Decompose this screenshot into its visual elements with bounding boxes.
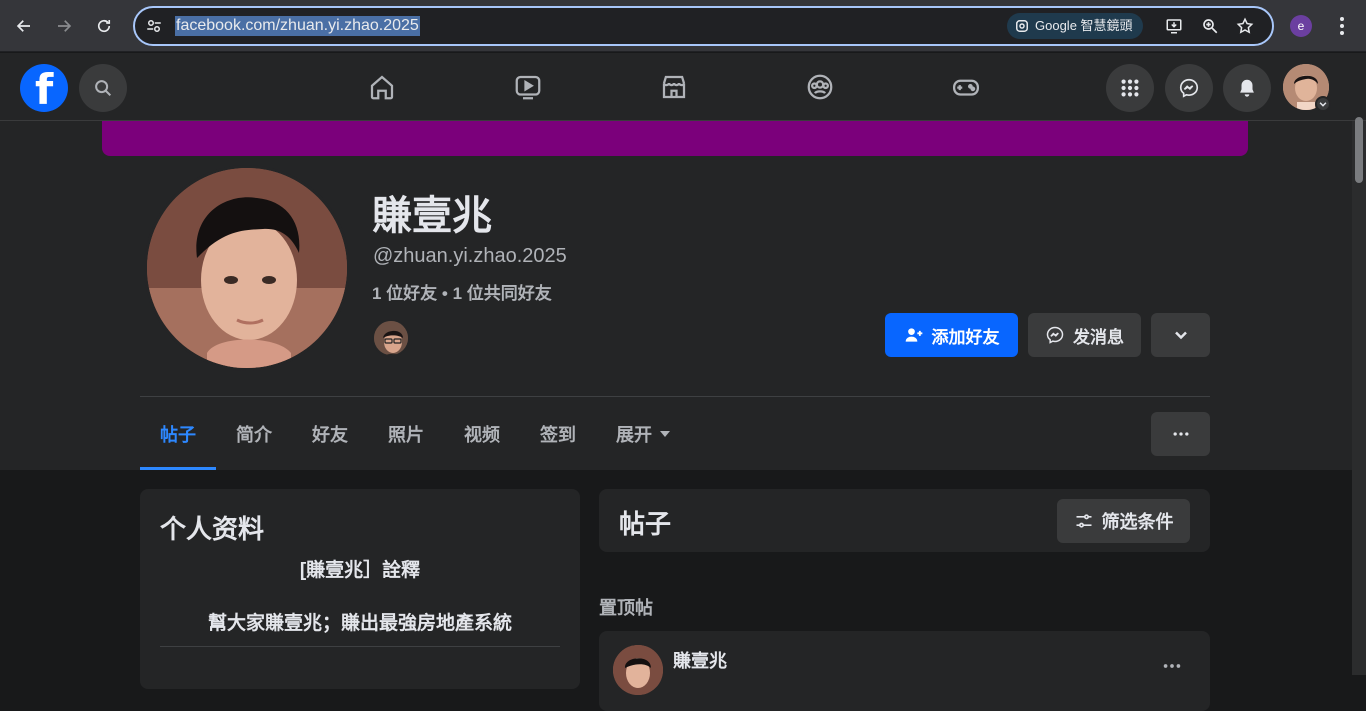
bookmark-star-icon[interactable] — [1236, 17, 1254, 35]
profile-picture[interactable] — [144, 165, 350, 371]
messenger-icon — [1046, 326, 1064, 344]
filter-label: 筛选条件 — [1101, 512, 1174, 532]
video-icon — [515, 75, 541, 100]
tab-label: 照片 — [388, 424, 424, 445]
tab-label: 简介 — [236, 424, 272, 445]
profile-actions-dropdown[interactable] — [1151, 313, 1210, 357]
back-button[interactable] — [8, 10, 40, 42]
cover-photo[interactable] — [102, 121, 1248, 156]
profile-name: 賺壹兆 — [372, 194, 492, 238]
tab-label: 签到 — [540, 424, 576, 445]
browser-toolbar: facebook.com/zhuan.yi.zhao.2025 Google 智… — [0, 0, 1366, 52]
chevron-down-icon — [1319, 102, 1327, 107]
friends-count[interactable]: 1 位好友 • 1 位共同好友 — [372, 279, 552, 304]
tab-label: 帖子 — [160, 424, 196, 445]
lens-icon — [1016, 20, 1028, 32]
marketplace-icon — [662, 75, 686, 99]
tab-photos[interactable]: 照片 — [368, 397, 444, 470]
tab-posts[interactable]: 帖子 — [140, 397, 216, 470]
more-horizontal-icon — [1173, 432, 1188, 436]
profile-handle: @zhuan.yi.zhao.2025 — [373, 245, 567, 267]
mutual-friend-avatar[interactable] — [372, 319, 410, 357]
tab-checkins[interactable]: 签到 — [520, 397, 596, 470]
site-settings-icon[interactable] — [145, 17, 163, 35]
pinned-post-card: 賺壹兆 — [599, 631, 1210, 711]
intro-bio-line-1: [賺壹兆］詮釋 — [299, 560, 421, 581]
zoom-icon[interactable] — [1201, 17, 1219, 35]
address-bar[interactable]: facebook.com/zhuan.yi.zhao.2025 Google 智… — [133, 6, 1274, 46]
menu-button[interactable] — [1106, 64, 1154, 112]
nav-video[interactable] — [511, 70, 545, 104]
nav-groups[interactable] — [803, 70, 837, 104]
chevron-down-icon — [1174, 331, 1187, 340]
more-horizontal-icon — [1163, 664, 1181, 668]
intro-card: 个人资料 [賺壹兆］詮釋 幫大家賺壹兆；賺出最強房地產系統 — [140, 489, 580, 689]
tab-label: 好友 — [312, 424, 348, 445]
forward-button[interactable] — [48, 10, 80, 42]
install-app-icon[interactable] — [1165, 17, 1183, 35]
nav-marketplace[interactable] — [657, 70, 691, 104]
browser-profile-avatar[interactable]: e — [1290, 15, 1312, 37]
add-friend-button[interactable]: 添加好友 — [885, 313, 1018, 357]
lens-label: Google 智慧鏡頭 — [1035, 18, 1133, 33]
browser-menu-icon[interactable] — [1330, 14, 1354, 38]
posts-header-card: 帖子 筛选条件 — [599, 489, 1210, 552]
google-lens-chip[interactable]: Google 智慧鏡頭 — [1007, 13, 1143, 39]
message-button[interactable]: 发消息 — [1028, 313, 1141, 357]
filter-button[interactable]: 筛选条件 — [1057, 499, 1190, 543]
nav-gaming[interactable] — [949, 70, 983, 104]
nav-home[interactable] — [365, 70, 399, 104]
page-scrollbar-track[interactable] — [1352, 121, 1366, 675]
messenger-button[interactable] — [1165, 64, 1213, 112]
messenger-icon — [1179, 78, 1199, 98]
intro-divider — [160, 646, 560, 647]
profile-photo-icon — [147, 168, 347, 368]
account-menu-chevron[interactable] — [1315, 96, 1331, 112]
facebook-logo[interactable]: f — [20, 64, 68, 114]
post-options-button[interactable] — [1161, 655, 1183, 683]
tab-about[interactable]: 简介 — [216, 397, 292, 470]
notifications-button[interactable] — [1223, 64, 1271, 112]
tab-more[interactable]: 展开 — [596, 397, 690, 470]
filter-sliders-icon — [1076, 514, 1091, 528]
url-text[interactable]: facebook.com/zhuan.yi.zhao.2025 — [175, 16, 420, 36]
mutual-friend-photo-icon — [374, 321, 408, 355]
tab-videos[interactable]: 视频 — [444, 397, 520, 470]
reload-button[interactable] — [88, 10, 120, 42]
facebook-header: f — [0, 53, 1366, 121]
facebook-f-icon: f — [35, 65, 54, 114]
arrow-right-icon — [58, 20, 72, 32]
menu-grid-icon — [1121, 79, 1139, 97]
search-icon — [95, 80, 112, 97]
profile-header: 賺壹兆 @zhuan.yi.zhao.2025 1 位好友 • 1 位共同好友 … — [0, 121, 1352, 470]
search-button[interactable] — [79, 64, 127, 112]
page-scrollbar-thumb[interactable] — [1355, 117, 1363, 183]
tab-label: 视频 — [464, 424, 500, 445]
add-friend-icon — [905, 328, 922, 342]
gaming-icon — [953, 79, 979, 96]
notifications-icon — [1240, 79, 1254, 97]
intro-title: 个人资料 — [160, 514, 265, 544]
intro-bio-line-2: 幫大家賺壹兆；賺出最強房地產系統 — [207, 613, 512, 634]
caret-down-icon — [660, 430, 670, 437]
more-options-button[interactable] — [1151, 412, 1210, 456]
tab-friends[interactable]: 好友 — [292, 397, 368, 470]
posts-title: 帖子 — [619, 509, 672, 539]
post-author-photo-icon — [613, 645, 663, 695]
pinned-posts-label: 置顶帖 — [599, 598, 653, 618]
profile-tabs: 帖子 简介 好友 照片 视频 签到 展开 — [140, 397, 690, 470]
message-label: 发消息 — [1073, 327, 1124, 347]
post-author-avatar[interactable] — [613, 645, 663, 695]
post-author-name[interactable]: 賺壹兆 — [673, 647, 727, 673]
reload-icon — [97, 19, 111, 33]
groups-icon — [807, 74, 833, 100]
add-friend-label: 添加好友 — [931, 327, 1000, 347]
home-icon — [370, 75, 394, 100]
arrow-left-icon — [16, 20, 30, 32]
tab-label: 展开 — [616, 424, 652, 445]
